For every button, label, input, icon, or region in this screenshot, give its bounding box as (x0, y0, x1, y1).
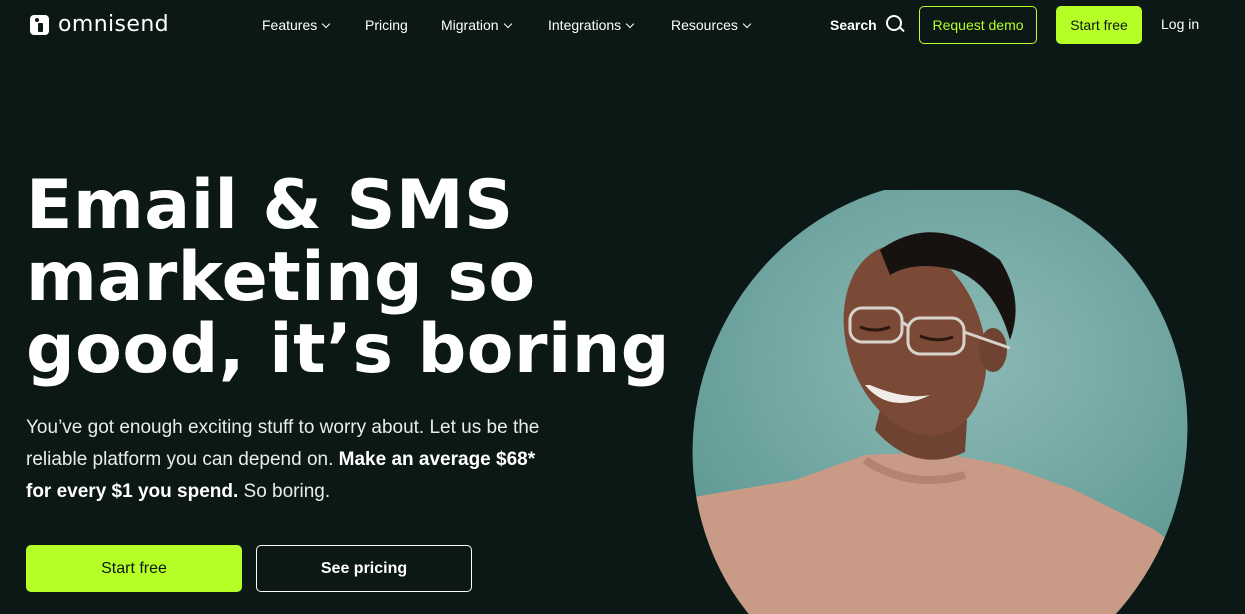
search-icon (885, 15, 905, 34)
top-navigation: omnisend Features Pricing Migration Inte… (0, 0, 1245, 50)
omnisend-logo-icon (30, 14, 49, 35)
nav-migration[interactable]: Migration (441, 17, 512, 33)
nav-resources-label: Resources (671, 17, 738, 33)
hero-subtitle: You’ve got enough exciting stuff to worr… (26, 412, 546, 508)
hero-title-line-2: marketing so (26, 238, 536, 317)
hero-subtitle-end: So boring. (238, 481, 331, 502)
logo-text: omnisend (58, 12, 170, 37)
search-button[interactable]: Search (830, 15, 905, 34)
chevron-down-icon (503, 19, 512, 28)
chevron-down-icon (322, 19, 331, 28)
nav-features[interactable]: Features (262, 17, 331, 33)
hero-title-line-3: good, it’s boring (26, 310, 670, 389)
hero-illustration (675, 190, 1195, 614)
nav-pricing[interactable]: Pricing (365, 17, 408, 33)
nav-features-label: Features (262, 17, 318, 33)
nav-integrations[interactable]: Integrations (548, 17, 635, 33)
chevron-down-icon (742, 19, 752, 28)
start-free-button[interactable]: Start free (26, 545, 242, 592)
search-label: Search (830, 16, 877, 33)
request-demo-button[interactable]: Request demo (919, 6, 1037, 44)
hero-title: Email & SMS marketing so good, it’s bori… (26, 166, 670, 389)
nav-pricing-label: Pricing (365, 17, 408, 33)
hero-title-line-1: Email & SMS (26, 166, 514, 245)
log-in-link[interactable]: Log in (1161, 16, 1199, 32)
see-pricing-button[interactable]: See pricing (256, 545, 472, 592)
omnisend-logo[interactable]: omnisend (30, 12, 169, 37)
start-free-nav-button[interactable]: Start free (1056, 6, 1142, 44)
hero-image-smiling-man (675, 190, 1195, 614)
nav-resources[interactable]: Resources (671, 17, 752, 33)
nav-integrations-label: Integrations (548, 17, 622, 33)
nav-migration-label: Migration (441, 17, 499, 33)
chevron-down-icon (625, 19, 635, 28)
